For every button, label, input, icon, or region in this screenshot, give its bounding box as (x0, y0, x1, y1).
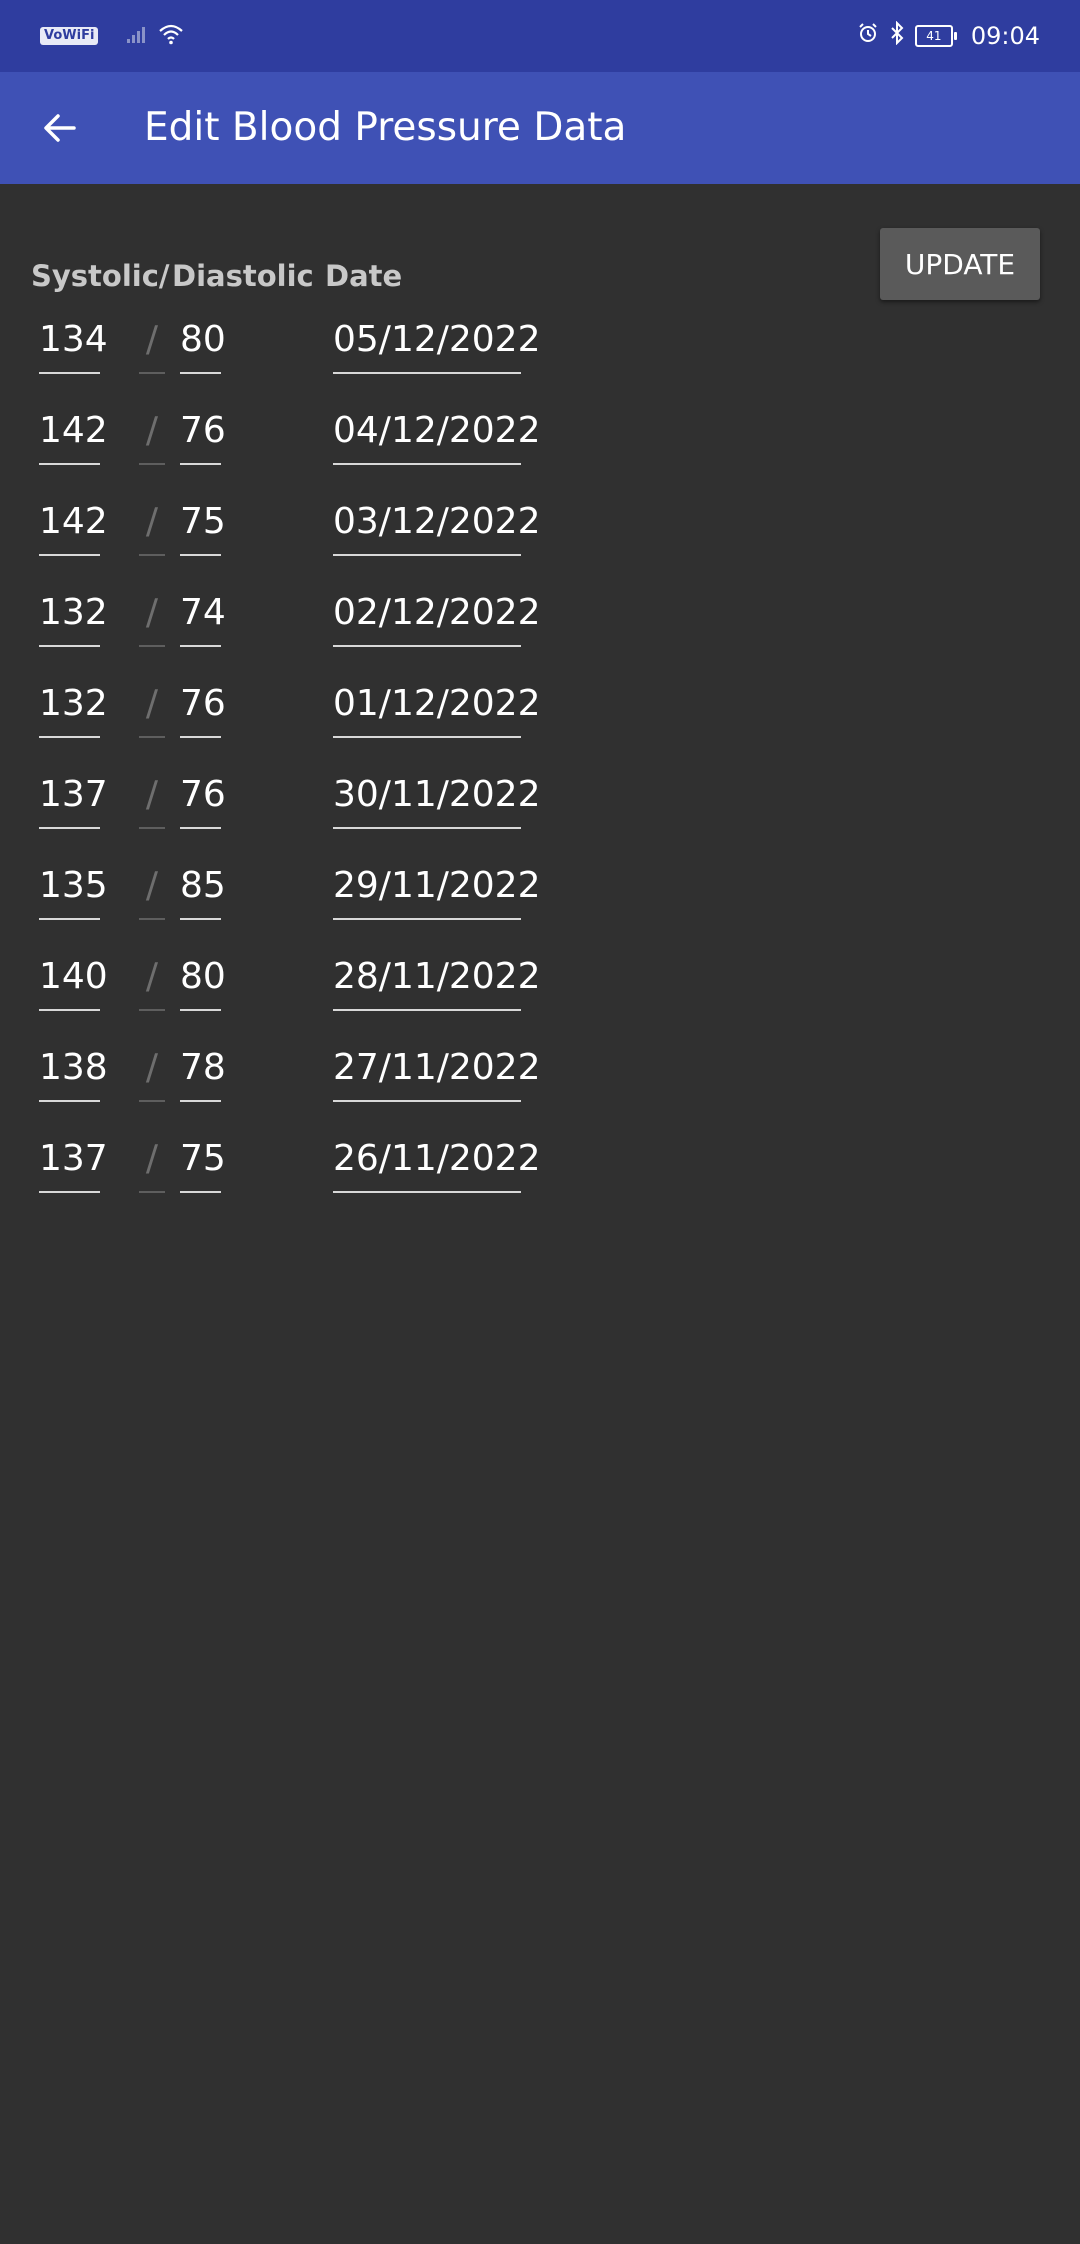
bp-list: 134 / 80 05/12/2022 142 / 76 04/12/2022 … (0, 308, 1080, 1218)
diastolic-field[interactable]: 80 (180, 945, 226, 1011)
systolic-field[interactable]: 140 (39, 945, 108, 1011)
date-field[interactable]: 27/11/2022 (333, 1036, 541, 1102)
separator-slash: / (139, 308, 165, 374)
table-row: 137 / 76 30/11/2022 (0, 763, 1080, 854)
table-row: 142 / 76 04/12/2022 (0, 399, 1080, 490)
page-title: Edit Blood Pressure Data (144, 105, 627, 150)
separator-slash: / (139, 1127, 165, 1193)
date-field[interactable]: 04/12/2022 (333, 399, 541, 465)
systolic-field[interactable]: 142 (39, 399, 108, 465)
table-row: 138 / 78 27/11/2022 (0, 1036, 1080, 1127)
table-row: 135 / 85 29/11/2022 (0, 854, 1080, 945)
app-bar: Edit Blood Pressure Data (0, 72, 1080, 184)
diastolic-field[interactable]: 76 (180, 399, 226, 465)
separator-slash: / (139, 399, 165, 465)
table-row: 134 / 80 05/12/2022 (0, 308, 1080, 399)
separator-slash: / (139, 763, 165, 829)
diastolic-field[interactable]: 75 (180, 1127, 226, 1193)
systolic-field[interactable]: 137 (39, 763, 108, 829)
separator-slash: / (139, 945, 165, 1011)
separator-slash: / (139, 854, 165, 920)
diastolic-field[interactable]: 76 (180, 763, 226, 829)
systolic-field[interactable]: 132 (39, 581, 108, 647)
header-systolic: Systolic/ (31, 259, 170, 293)
table-row: 137 / 75 26/11/2022 (0, 1127, 1080, 1218)
systolic-field[interactable]: 135 (39, 854, 108, 920)
bluetooth-icon (889, 20, 905, 51)
systolic-field[interactable]: 142 (39, 490, 108, 556)
arrow-left-icon (44, 114, 76, 142)
separator-slash: / (139, 490, 165, 556)
systolic-field[interactable]: 138 (39, 1036, 108, 1102)
date-field[interactable]: 29/11/2022 (333, 854, 541, 920)
date-field[interactable]: 01/12/2022 (333, 672, 541, 738)
table-row: 132 / 76 01/12/2022 (0, 672, 1080, 763)
status-time: 09:04 (970, 22, 1040, 50)
date-field[interactable]: 03/12/2022 (333, 490, 541, 556)
vowifi-icon: VoWiFi (40, 27, 99, 45)
status-bar-right: 41 09:04 (857, 0, 1040, 72)
date-field[interactable]: 26/11/2022 (333, 1127, 541, 1193)
update-button[interactable]: UPDATE (880, 228, 1040, 300)
diastolic-field[interactable]: 75 (180, 490, 226, 556)
separator-slash: / (139, 581, 165, 647)
date-field[interactable]: 28/11/2022 (333, 945, 541, 1011)
date-field[interactable]: 30/11/2022 (333, 763, 541, 829)
date-field[interactable]: 02/12/2022 (333, 581, 541, 647)
header-diastolic: Diastolic (172, 259, 314, 293)
table-row: 140 / 80 28/11/2022 (0, 945, 1080, 1036)
diastolic-field[interactable]: 76 (180, 672, 226, 738)
signal-icon (126, 24, 148, 48)
systolic-field[interactable]: 134 (39, 308, 108, 374)
header-date: Date (325, 259, 403, 293)
table-row: 132 / 74 02/12/2022 (0, 581, 1080, 672)
table-row: 142 / 75 03/12/2022 (0, 490, 1080, 581)
back-button[interactable] (24, 92, 96, 164)
battery-icon: 41 (914, 25, 957, 47)
separator-slash: / (139, 672, 165, 738)
wifi-icon (158, 23, 184, 49)
status-bar-left: VoWiFi (40, 0, 184, 72)
status-bar: VoWiFi 41 09:04 (0, 0, 1080, 72)
diastolic-field[interactable]: 74 (180, 581, 226, 647)
diastolic-field[interactable]: 80 (180, 308, 226, 374)
diastolic-field[interactable]: 78 (180, 1036, 226, 1102)
systolic-field[interactable]: 132 (39, 672, 108, 738)
separator-slash: / (139, 1036, 165, 1102)
diastolic-field[interactable]: 85 (180, 854, 226, 920)
systolic-field[interactable]: 137 (39, 1127, 108, 1193)
alarm-icon (857, 22, 879, 50)
date-field[interactable]: 05/12/2022 (333, 308, 541, 374)
